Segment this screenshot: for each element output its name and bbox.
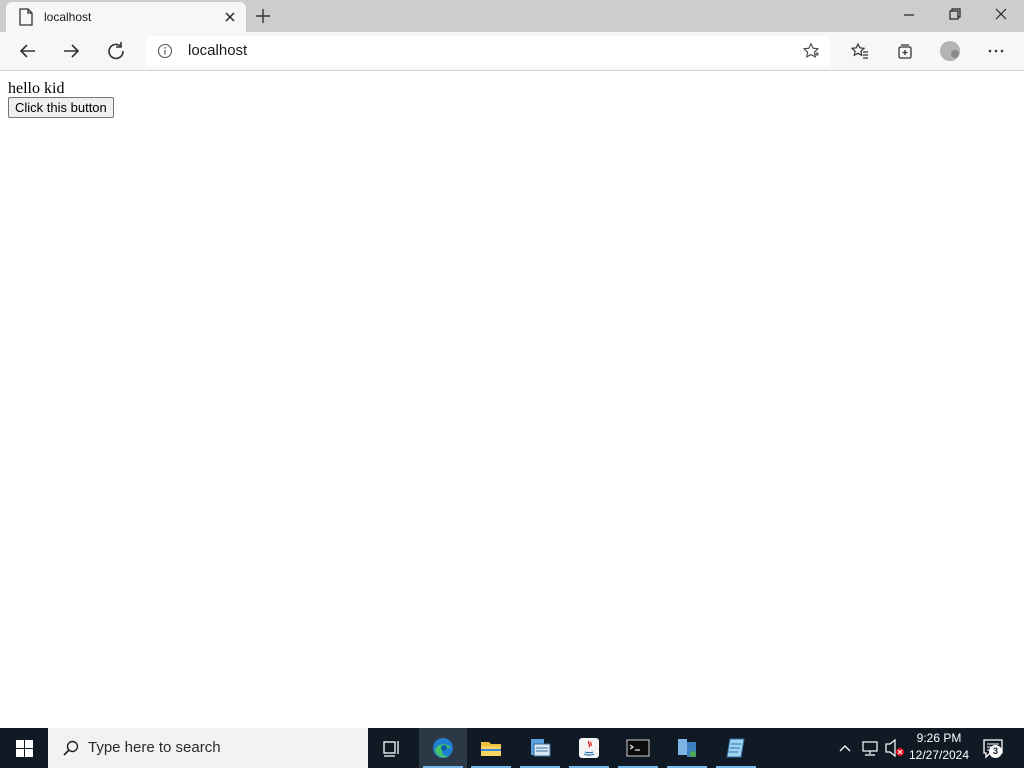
settings-more-button[interactable] <box>981 36 1011 66</box>
new-tab-button[interactable] <box>252 5 274 27</box>
taskbar-command-prompt[interactable] <box>614 728 662 768</box>
taskbar: Type here to search 9:26 PM 12/27/2024 3 <box>0 728 1024 768</box>
taskbar-server-manager[interactable] <box>516 728 564 768</box>
forward-button[interactable] <box>56 36 86 66</box>
task-view-button[interactable] <box>368 728 416 768</box>
volume-button[interactable] <box>884 728 906 768</box>
volume-muted-icon <box>885 738 904 758</box>
collections-button[interactable] <box>890 36 920 66</box>
url-input[interactable] <box>188 42 788 59</box>
address-bar[interactable] <box>146 36 830 66</box>
notes-icon <box>726 738 745 758</box>
search-icon <box>63 740 79 756</box>
notification-count-badge: 3 <box>989 745 1002 758</box>
click-this-button[interactable]: Click this button <box>8 97 114 118</box>
taskbar-notes[interactable] <box>712 728 760 768</box>
start-button[interactable] <box>0 728 48 768</box>
greeting-text: hello kid <box>8 80 65 97</box>
browser-tab[interactable]: localhost <box>6 2 246 32</box>
chevron-up-icon <box>839 745 851 752</box>
refresh-button[interactable] <box>101 36 131 66</box>
folder-icon <box>481 742 501 756</box>
page-content: hello kid Click this button <box>0 71 1024 728</box>
taskbar-file-explorer[interactable] <box>467 728 515 768</box>
back-button[interactable] <box>13 36 43 66</box>
task-view-icon <box>383 741 399 757</box>
java-icon <box>579 738 599 758</box>
edge-icon <box>433 738 453 758</box>
cluster-manager-icon <box>678 739 696 757</box>
minimize-button[interactable] <box>886 0 932 30</box>
taskbar-cluster-manager[interactable] <box>663 728 711 768</box>
action-center-button[interactable]: 3 <box>976 728 1024 768</box>
taskbar-java[interactable] <box>565 728 613 768</box>
taskbar-clock[interactable]: 9:26 PM 12/27/2024 <box>906 730 972 766</box>
clock-date: 12/27/2024 <box>908 748 970 762</box>
network-button[interactable] <box>860 728 882 768</box>
show-hidden-icons-button[interactable] <box>838 728 858 768</box>
command-prompt-icon <box>626 739 650 757</box>
search-placeholder: Type here to search <box>88 739 221 756</box>
windows-logo-icon <box>16 740 33 757</box>
server-manager-icon <box>531 739 551 757</box>
favorites-button[interactable] <box>845 36 875 66</box>
browser-tab-strip: localhost <box>0 0 1024 32</box>
clock-time: 9:26 PM <box>916 731 962 745</box>
tab-title: localhost <box>44 10 92 24</box>
avatar <box>940 41 960 61</box>
close-tab-icon[interactable] <box>222 9 238 25</box>
profile-button[interactable] <box>935 36 965 66</box>
page-icon <box>18 8 34 26</box>
taskbar-edge[interactable] <box>419 728 467 768</box>
restore-button[interactable] <box>932 0 978 30</box>
taskbar-search-box[interactable]: Type here to search <box>48 728 368 768</box>
add-favorite-icon[interactable] <box>802 42 820 60</box>
network-icon <box>862 741 878 756</box>
browser-toolbar <box>0 32 1024 71</box>
close-window-button[interactable] <box>978 0 1024 30</box>
info-icon[interactable] <box>157 43 173 59</box>
